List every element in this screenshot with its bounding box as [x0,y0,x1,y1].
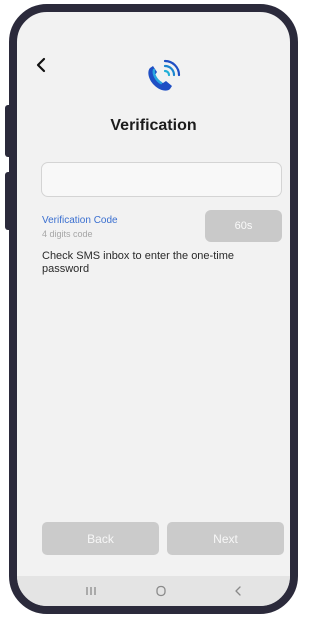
phone-signal-logo-icon [148,59,181,91]
phone-frame: Verification Verification Code 4 digits … [9,4,298,614]
sms-instructions-text: Check SMS inbox to enter the one-time pa… [42,250,234,275]
verification-screen: Verification Verification Code 4 digits … [17,12,290,606]
verification-code-input[interactable] [41,162,282,197]
verification-code-label: Verification Code [42,215,118,226]
recent-apps-icon[interactable] [85,585,97,597]
next-button[interactable]: Next [167,522,284,555]
page-title: Verification [110,117,197,134]
resend-timer-button[interactable]: 60s [205,210,282,242]
nav-back-icon[interactable] [232,585,244,597]
back-button[interactable]: Back [42,522,159,555]
home-icon[interactable] [155,585,167,597]
system-navigation-bar [17,576,290,606]
chevron-left-icon[interactable] [34,57,48,73]
verification-code-hint: 4 digits code [42,229,93,239]
